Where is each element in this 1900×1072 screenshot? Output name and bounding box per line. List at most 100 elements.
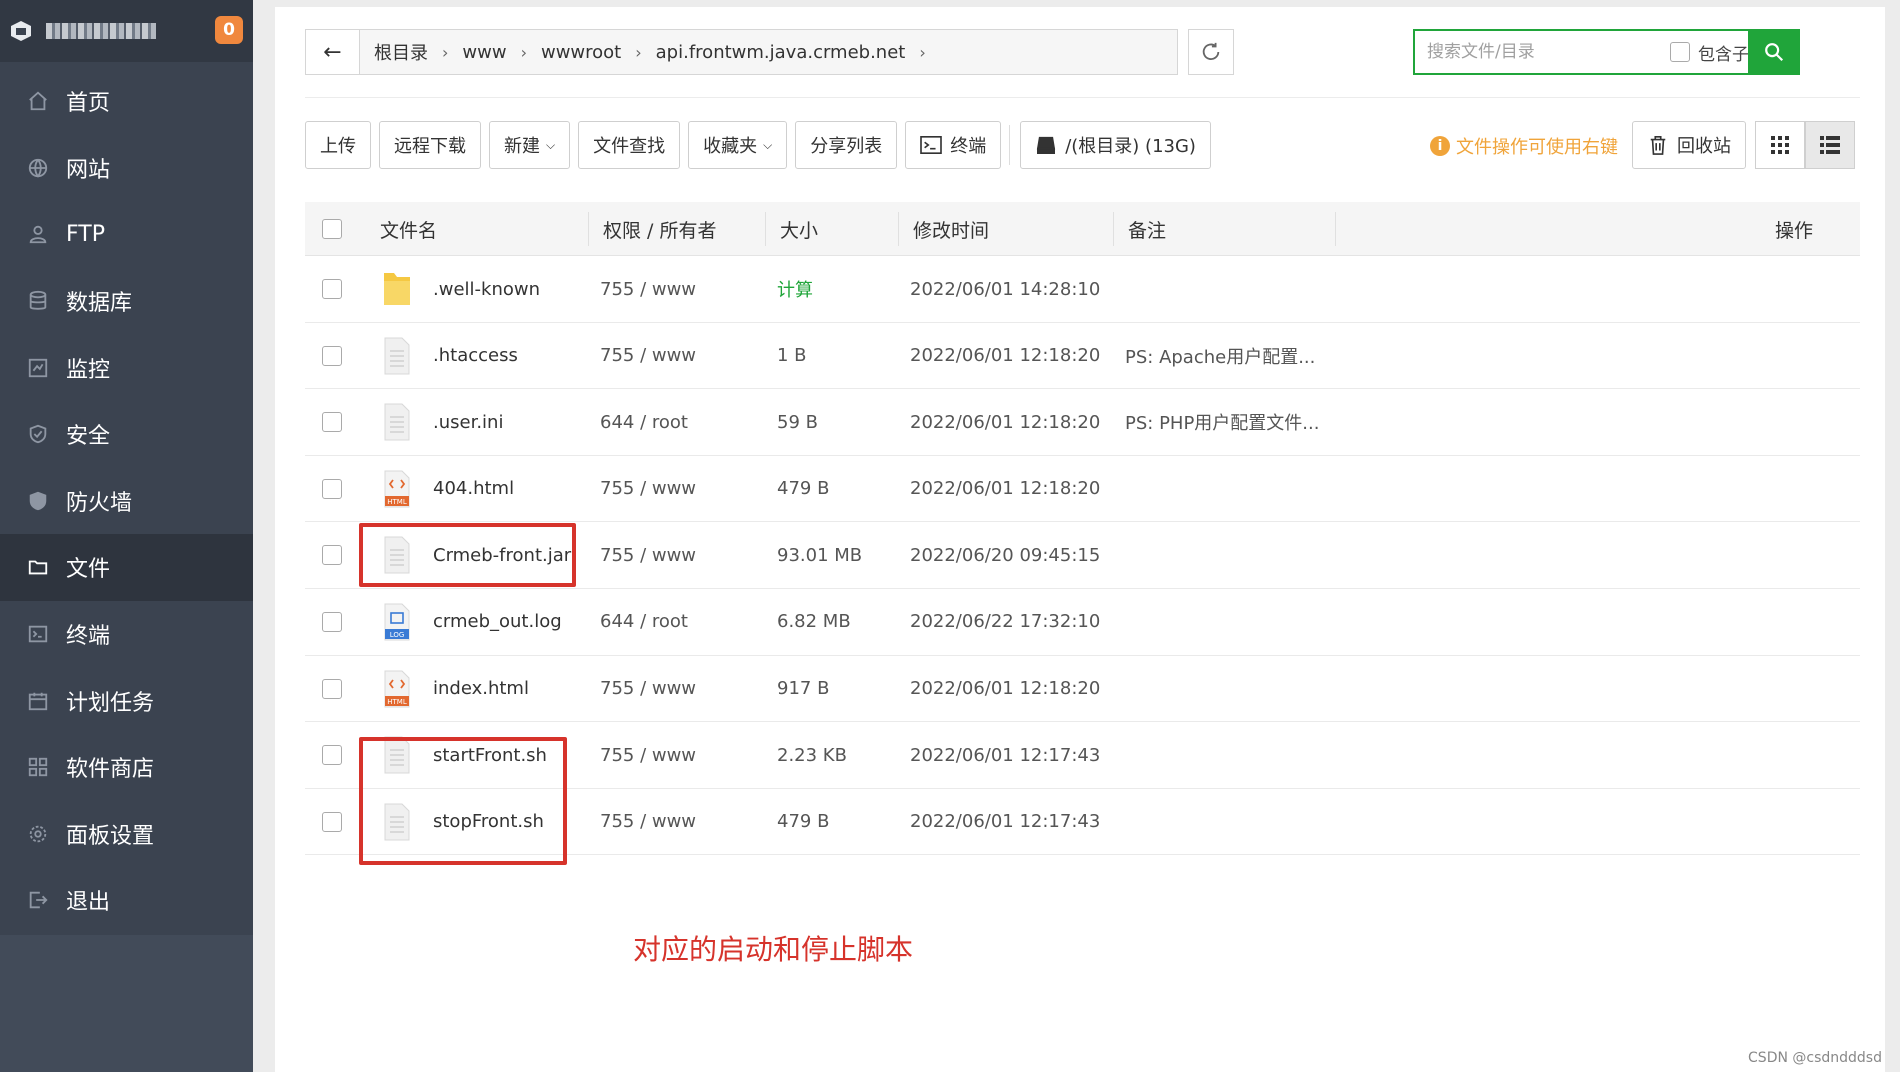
sidebar-item-security[interactable]: 安全 (0, 401, 253, 468)
logo-text (46, 23, 156, 39)
recycle-bin-button[interactable]: 回收站 (1632, 121, 1746, 169)
search-input[interactable] (1415, 31, 1670, 73)
sidebar-item-label: 网站 (66, 157, 111, 183)
row-checkbox[interactable] (322, 722, 342, 788)
sidebar-item-settings[interactable]: 面板设置 (0, 801, 253, 868)
file-mtime: 2022/06/01 12:18:20 (910, 411, 1101, 433)
breadcrumb-item[interactable]: wwwroot (537, 42, 625, 63)
row-checkbox[interactable] (322, 323, 342, 389)
file-name[interactable]: .htaccess (433, 323, 518, 389)
table-row[interactable]: LOG crmeb_out.log 644 / root 6.82 MB 2022/06… (305, 589, 1860, 656)
file-permission[interactable]: 755 / www (600, 789, 696, 855)
notification-badge[interactable]: 0 (215, 16, 243, 44)
file-name[interactable]: 404.html (433, 456, 514, 522)
file-note[interactable]: PS: Apache用户配置... (1125, 323, 1315, 389)
table-row[interactable]: HTML index.html 755 / www 917 B 2022/06/01 1… (305, 656, 1860, 723)
row-checkbox[interactable] (322, 789, 342, 855)
file-permission[interactable]: 755 / www (600, 256, 696, 322)
file-mtime: 2022/06/01 12:17:43 (910, 811, 1101, 833)
row-checkbox[interactable] (322, 589, 342, 655)
sidebar-footer (0, 935, 253, 1072)
recycle-label: 回收站 (1677, 136, 1731, 157)
globe-icon (26, 156, 50, 180)
terminal-button[interactable]: 终端 (905, 121, 1002, 169)
file-name[interactable]: index.html (433, 656, 529, 722)
terminal-label: 终端 (950, 136, 987, 157)
file-permission[interactable]: 755 / www (600, 522, 696, 588)
logo-icon (11, 21, 31, 41)
file-permission[interactable]: 755 / www (600, 722, 696, 788)
table-row[interactable]: .user.ini 644 / root 59 B 2022/06/01 12:18:… (305, 389, 1860, 456)
sidebar-item-monitor[interactable]: 监控 (0, 334, 253, 401)
row-checkbox[interactable] (322, 656, 342, 722)
select-all-checkbox[interactable] (322, 202, 342, 256)
sidebar-item-website[interactable]: 网站 (0, 135, 253, 202)
file-name[interactable]: .user.ini (433, 389, 503, 455)
column-header-name[interactable]: 文件名 (380, 202, 437, 256)
sidebar-item-label: 软件商店 (66, 757, 155, 783)
grid-view-button[interactable] (1755, 121, 1805, 169)
calendar-icon (26, 689, 50, 713)
file-search-button[interactable]: 文件查找 (578, 121, 681, 169)
terminal-icon (920, 136, 943, 154)
file-permission[interactable]: 644 / root (600, 389, 688, 455)
file-name[interactable]: crmeb_out.log (433, 589, 562, 655)
row-checkbox[interactable] (322, 456, 342, 522)
sidebar-item-terminal[interactable]: 终端 (0, 601, 253, 668)
share-list-button[interactable]: 分享列表 (795, 121, 898, 169)
new-dropdown-button[interactable]: 新建 ⌵ (489, 121, 571, 169)
file-permission[interactable]: 644 / root (600, 589, 688, 655)
file-permission[interactable]: 755 / www (600, 456, 696, 522)
sidebar-item-files[interactable]: 文件 (0, 534, 253, 601)
column-header-perm[interactable]: 权限 / 所有者 (603, 202, 716, 256)
sidebar-item-cron[interactable]: 计划任务 (0, 667, 253, 734)
toolbar: 上传 远程下载 新建 ⌵ 文件查找 收藏夹 ⌵ 分享列表 终端 /(根目录) (13… (305, 121, 1219, 169)
sidebar-item-store[interactable]: 软件商店 (0, 734, 253, 801)
back-button[interactable]: ← (306, 30, 360, 74)
folder-icon (26, 555, 50, 579)
file-name[interactable]: .well-known (433, 256, 540, 322)
remote-download-button[interactable]: 远程下载 (379, 121, 481, 169)
table-row[interactable]: .well-known 755 / www 计算 2022/06/01 14:28:1… (305, 256, 1860, 323)
favorites-dropdown-button[interactable]: 收藏夹 ⌵ (688, 121, 788, 169)
breadcrumb-item[interactable]: www (458, 42, 510, 63)
grid-icon (1771, 136, 1789, 154)
sidebar-item-label: 面板设置 (66, 823, 155, 849)
include-subdir-checkbox[interactable] (1670, 42, 1690, 62)
sidebar-item-label: 终端 (66, 624, 111, 650)
file-note[interactable]: PS: PHP用户配置文件... (1125, 389, 1319, 455)
sidebar-item-label: 防火墙 (66, 490, 133, 516)
column-divider (1335, 212, 1336, 246)
table-header: 文件名 权限 / 所有者 大小 修改时间 备注 操作 (305, 202, 1860, 256)
table-row[interactable]: .htaccess 755 / www 1 B 2022/06/01 12:18:20… (305, 323, 1860, 390)
chevron-right-icon: › (635, 42, 642, 62)
search-button[interactable] (1748, 29, 1800, 75)
row-checkbox[interactable] (322, 256, 342, 322)
row-checkbox[interactable] (322, 522, 342, 588)
breadcrumb-item[interactable]: 根目录 (370, 39, 432, 65)
column-header-size[interactable]: 大小 (780, 202, 818, 256)
sidebar-item-logout[interactable]: 退出 (0, 867, 253, 934)
table-row[interactable]: HTML 404.html 755 / www 479 B 2022/06/01 12:… (305, 456, 1860, 523)
column-header-mtime[interactable]: 修改时间 (913, 202, 989, 256)
sidebar-item-database[interactable]: 数据库 (0, 268, 253, 335)
file-size[interactable]: 计算 (777, 256, 813, 322)
file-mtime: 2022/06/01 14:28:10 (910, 278, 1101, 300)
list-view-button[interactable] (1805, 121, 1855, 169)
file-mtime: 2022/06/22 17:32:10 (910, 611, 1101, 633)
file-mtime: 2022/06/01 12:18:20 (910, 478, 1101, 500)
file-permission[interactable]: 755 / www (600, 656, 696, 722)
list-icon (1820, 136, 1840, 154)
row-checkbox[interactable] (322, 389, 342, 455)
breadcrumb-item[interactable]: api.frontwm.java.crmeb.net (652, 42, 910, 63)
file-permission[interactable]: 755 / www (600, 323, 696, 389)
watermark: CSDN @csdndddsd (1748, 1050, 1882, 1066)
logout-icon (26, 888, 50, 912)
sidebar-item-ftp[interactable]: FTP (0, 201, 253, 268)
disk-button[interactable]: /(根目录) (13G) (1020, 121, 1211, 169)
folder-icon (382, 256, 412, 322)
sidebar-item-firewall[interactable]: 防火墙 (0, 468, 253, 535)
refresh-button[interactable] (1188, 29, 1234, 75)
upload-button[interactable]: 上传 (305, 121, 371, 169)
sidebar-item-home[interactable]: 首页 (0, 68, 253, 135)
